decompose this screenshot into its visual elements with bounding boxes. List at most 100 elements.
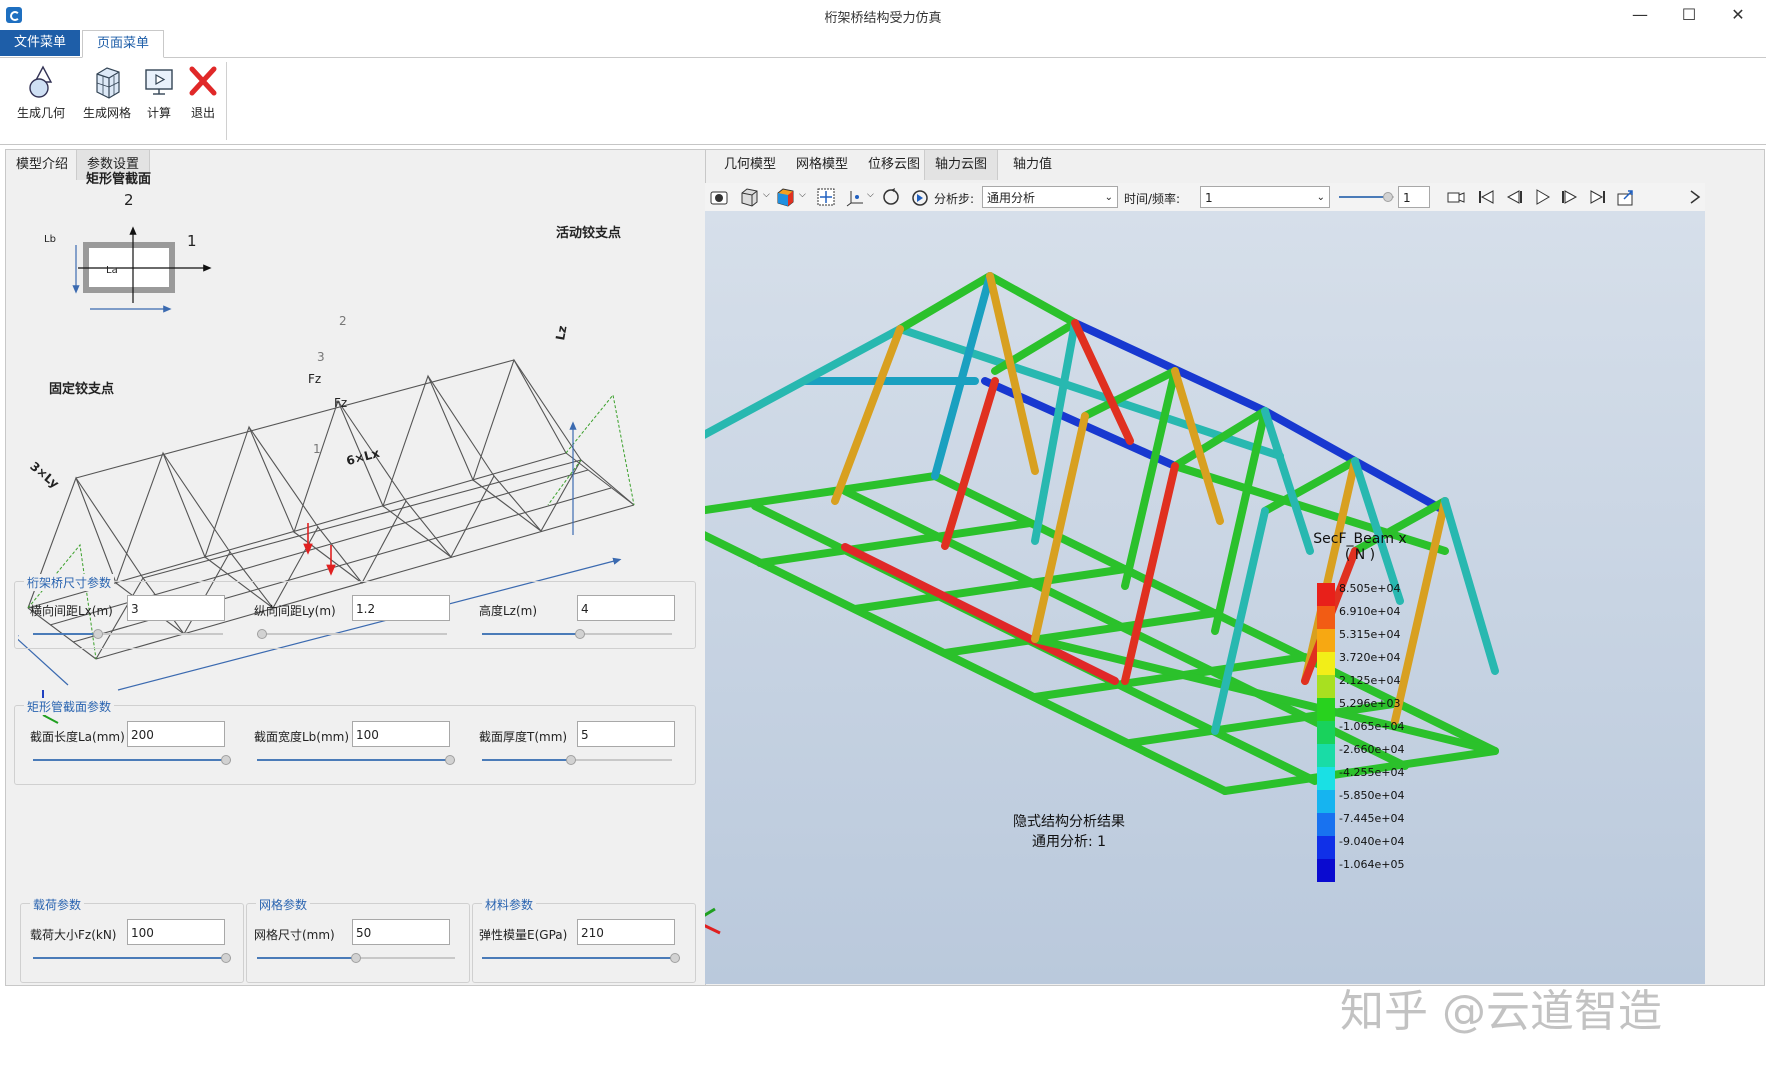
- lx-input[interactable]: 3: [127, 595, 225, 621]
- t-input[interactable]: 5: [577, 721, 675, 747]
- compute-button[interactable]: 计算: [133, 64, 185, 121]
- menu-tab-page[interactable]: 页面菜单: [82, 30, 165, 58]
- generate-mesh-label: 生成网格: [82, 106, 131, 120]
- ly-input[interactable]: 1.2: [352, 595, 450, 621]
- legend-label: -5.850e+04: [1339, 789, 1405, 802]
- time-select[interactable]: 1 ⌄: [1200, 186, 1330, 208]
- legend-label: -1.065e+04: [1339, 720, 1405, 733]
- node-3-label: 3: [317, 350, 325, 364]
- legend-swatch: [1317, 744, 1335, 767]
- pan-fit-icon[interactable]: [816, 187, 836, 207]
- lz-input[interactable]: 4: [577, 595, 675, 621]
- chevron-down-icon: ⌄: [1316, 192, 1325, 203]
- fz-slider[interactable]: [33, 952, 231, 964]
- chevron-down-icon[interactable]: ⌵: [867, 190, 874, 200]
- generate-mesh-button[interactable]: 生成网格: [79, 64, 135, 121]
- lb-field-label: 截面宽度Lb(mm): [254, 730, 350, 744]
- animate-icon[interactable]: [910, 187, 930, 207]
- step-select[interactable]: 通用分析 ⌄: [982, 186, 1118, 208]
- legend-color-bar: [1317, 583, 1335, 882]
- expand-icon[interactable]: [1689, 187, 1703, 207]
- contour-cube-icon[interactable]: [775, 187, 795, 207]
- last-frame-icon[interactable]: [1588, 187, 1608, 207]
- chevron-down-icon[interactable]: ⌵: [799, 190, 806, 200]
- axis-1-label: 1: [187, 232, 197, 250]
- axes-view-icon[interactable]: [845, 187, 865, 207]
- result-viewport[interactable]: SecF_Beam x ( N ) 8.505e+04 6.910e+04 5.31…: [705, 211, 1705, 984]
- node-1-label: 1: [313, 442, 321, 456]
- result-subtitle: 通用分析: 1: [1031, 834, 1107, 850]
- legend-swatch: [1317, 790, 1335, 813]
- reset-rotate-icon[interactable]: [881, 187, 901, 207]
- ribbon: 生成几何 生成网格 计算 退出: [0, 58, 1766, 145]
- movable-support-label: 活动铰支点: [556, 226, 622, 241]
- maximize-button[interactable]: ☐: [1667, 2, 1711, 28]
- ly-slider[interactable]: [257, 628, 447, 640]
- legend-swatch: [1317, 721, 1335, 744]
- legend-swatch: [1317, 606, 1335, 629]
- la-input[interactable]: 200: [127, 721, 225, 747]
- legend-label: 5.315e+04: [1339, 628, 1401, 641]
- legend-swatch: [1317, 813, 1335, 836]
- legend-swatch: [1317, 652, 1335, 675]
- lb-input[interactable]: 100: [352, 721, 450, 747]
- t-slider[interactable]: [482, 754, 672, 766]
- next-frame-icon[interactable]: [1560, 187, 1580, 207]
- legend-label: 5.296e+03: [1339, 697, 1401, 710]
- legend-swatch: [1317, 859, 1335, 882]
- group-material-title: 材料参数: [482, 896, 537, 913]
- chevron-down-icon[interactable]: ⌵: [763, 190, 770, 200]
- tab-mesh-model[interactable]: 网格模型: [786, 150, 858, 180]
- tab-axial-force-value[interactable]: 轴力值: [1003, 150, 1062, 180]
- minimize-button[interactable]: —: [1618, 2, 1662, 28]
- e-field-label: 弹性模量E(GPa): [479, 928, 568, 942]
- geometry-icon: [29, 65, 53, 98]
- lz-slider[interactable]: [482, 628, 672, 640]
- mesh-input[interactable]: 50: [352, 919, 450, 945]
- node-2-label: 2: [339, 314, 347, 328]
- lx-label: 横向间距Lx(m): [30, 604, 113, 618]
- e-slider[interactable]: [482, 952, 680, 964]
- record-video-icon[interactable]: [1446, 187, 1466, 207]
- fz-field-label: 载荷大小Fz(kN): [30, 928, 117, 942]
- legend-label: 2.125e+04: [1339, 674, 1401, 687]
- lz-label: Lz: [553, 324, 570, 342]
- fz-input[interactable]: 100: [127, 919, 225, 945]
- title-bar: 桁架桥结构受力仿真 — ☐ ✕: [0, 0, 1766, 31]
- generate-geometry-button[interactable]: 生成几何: [13, 64, 69, 121]
- la-slider[interactable]: [33, 754, 231, 766]
- tab-axial-force-contour[interactable]: 轴力云图: [924, 150, 999, 180]
- previous-frame-icon[interactable]: [1504, 187, 1524, 207]
- legend-swatch: [1317, 629, 1335, 652]
- mesh-slider[interactable]: [257, 952, 455, 964]
- legend-label: -7.445e+04: [1339, 812, 1405, 825]
- frame-slider[interactable]: [1339, 191, 1394, 203]
- fixed-support-label: 固定铰支点: [49, 382, 115, 397]
- watermark: 知乎 @云道智造: [1340, 986, 1662, 1037]
- frame-spinbox[interactable]: 1: [1398, 186, 1430, 208]
- camera-icon[interactable]: [709, 187, 729, 207]
- lb-slider[interactable]: [257, 754, 455, 766]
- menu-tab-file[interactable]: 文件菜单: [0, 30, 81, 56]
- legend-label: -9.040e+04: [1339, 835, 1405, 848]
- export-icon[interactable]: [1616, 187, 1636, 207]
- lx-slider[interactable]: [33, 628, 223, 640]
- e-input[interactable]: 210: [577, 919, 675, 945]
- first-frame-icon[interactable]: [1476, 187, 1496, 207]
- mesh-field-label: 网格尺寸(mm): [254, 928, 335, 942]
- legend-swatch: [1317, 836, 1335, 859]
- legend-label: -4.255e+04: [1339, 766, 1405, 779]
- legend-title-text: SecF_Beam x: [1313, 531, 1407, 547]
- group-mesh-title: 网格参数: [256, 896, 311, 913]
- cube-view-icon[interactable]: [739, 187, 759, 207]
- la-field-label: 截面长度La(mm): [30, 730, 125, 744]
- tab-model-intro[interactable]: 模型介绍: [6, 150, 78, 180]
- tab-displacement[interactable]: 位移云图: [858, 150, 930, 180]
- play-icon[interactable]: [1532, 187, 1552, 207]
- tab-geometry-model[interactable]: 几何模型: [714, 150, 786, 180]
- legend-label: 6.910e+04: [1339, 605, 1401, 618]
- legend-label: 8.505e+04: [1339, 583, 1401, 595]
- truss-contour-render: [705, 272, 1499, 935]
- close-button[interactable]: ✕: [1716, 2, 1760, 28]
- exit-button[interactable]: 退出: [181, 64, 225, 121]
